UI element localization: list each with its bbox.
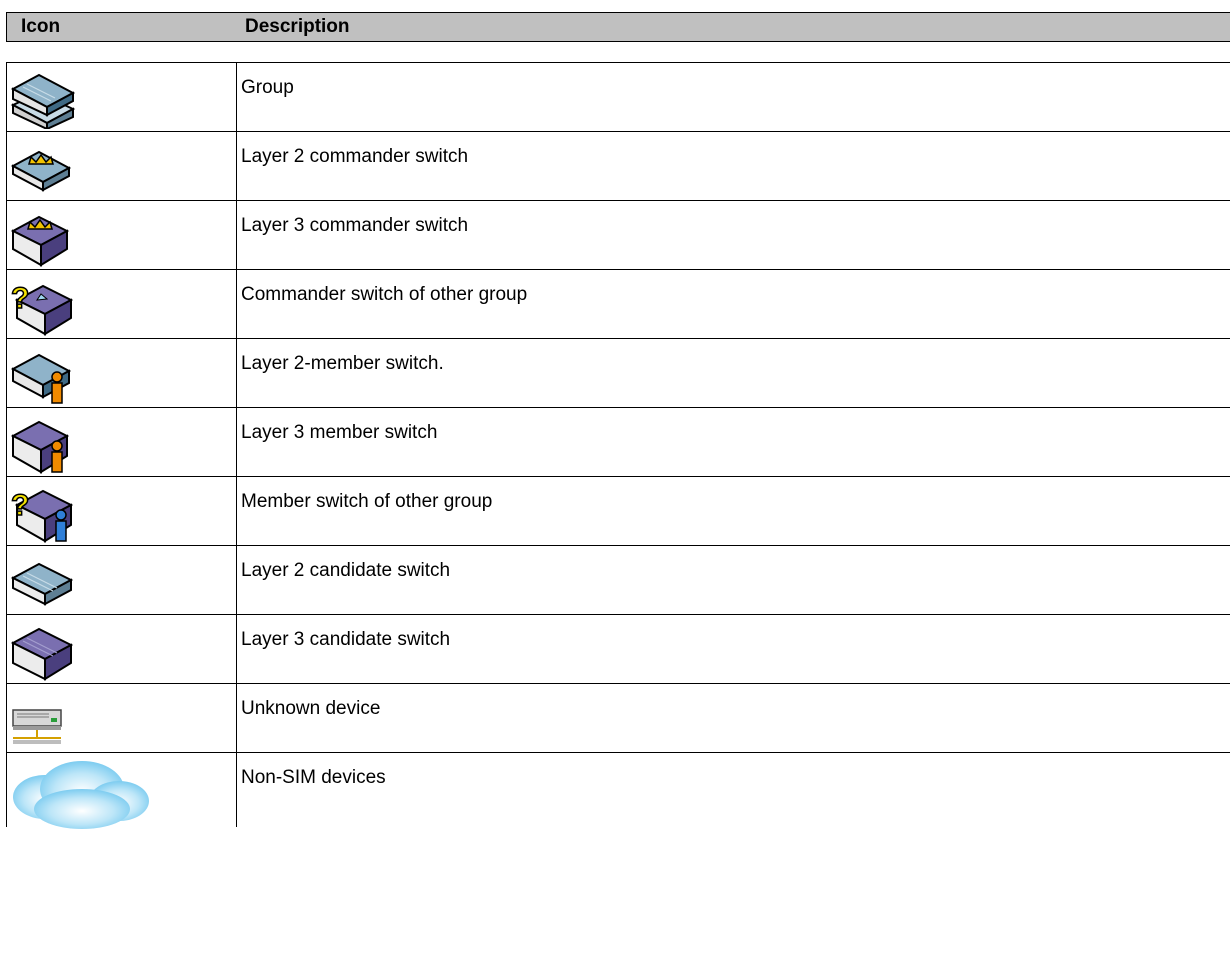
list-item: Layer 3 candidate switch bbox=[236, 614, 1230, 684]
svg-text:?: ? bbox=[11, 489, 29, 522]
list-item: Unknown device bbox=[236, 683, 1230, 753]
list-item: Layer 3 member switch bbox=[236, 407, 1230, 477]
list-item: Commander switch of other group bbox=[236, 269, 1230, 339]
description-column-header: Description bbox=[245, 16, 350, 37]
list-item: Non-SIM devices bbox=[236, 752, 1230, 827]
table-row: Unknown device bbox=[6, 683, 1230, 753]
table-row: Layer 2 candidate switch bbox=[6, 545, 1230, 615]
group-icon bbox=[10, 73, 76, 129]
table-row: Group bbox=[6, 62, 1230, 132]
icon-legend-table: Group Layer 2 commander switch Layer 3 c… bbox=[6, 62, 1230, 829]
table-row: Layer 2 commander switch bbox=[6, 131, 1230, 201]
table-row: ? Member switch of other group bbox=[6, 476, 1230, 546]
non-sim-devices-cloud-icon bbox=[13, 761, 149, 829]
layer3-member-switch-icon bbox=[10, 420, 70, 474]
table-row: Layer 3 candidate switch bbox=[6, 614, 1230, 684]
table-row: Layer 2-member switch. bbox=[6, 338, 1230, 408]
svg-text:?: ? bbox=[11, 282, 29, 315]
list-item: Layer 2 commander switch bbox=[236, 131, 1230, 201]
layer2-candidate-switch-icon bbox=[10, 562, 74, 606]
layer3-commander-switch-icon bbox=[10, 215, 70, 267]
table-row: Layer 3 member switch bbox=[6, 407, 1230, 477]
layer3-candidate-switch-icon bbox=[10, 627, 74, 681]
list-item: Layer 2-member switch. bbox=[236, 338, 1230, 408]
layer2-member-switch-icon bbox=[10, 353, 72, 404]
table-row: Layer 3 commander switch bbox=[6, 200, 1230, 270]
icon-column-header: Icon bbox=[21, 16, 61, 37]
list-item: Member switch of other group bbox=[236, 476, 1230, 546]
unknown-device-icon bbox=[12, 709, 62, 744]
table-row: ? Commander switch of other group bbox=[6, 269, 1230, 339]
list-item: Layer 3 commander switch bbox=[236, 200, 1230, 270]
list-item: Layer 2 candidate switch bbox=[236, 545, 1230, 615]
member-switch-other-group-icon: ? bbox=[10, 488, 74, 543]
commander-switch-other-group-icon: ? bbox=[10, 281, 74, 336]
list-item: Group bbox=[236, 62, 1230, 132]
table-row: Non-SIM devices bbox=[6, 752, 1230, 829]
layer2-commander-switch-icon bbox=[10, 150, 72, 192]
table-header: Icon Description bbox=[6, 12, 1230, 42]
